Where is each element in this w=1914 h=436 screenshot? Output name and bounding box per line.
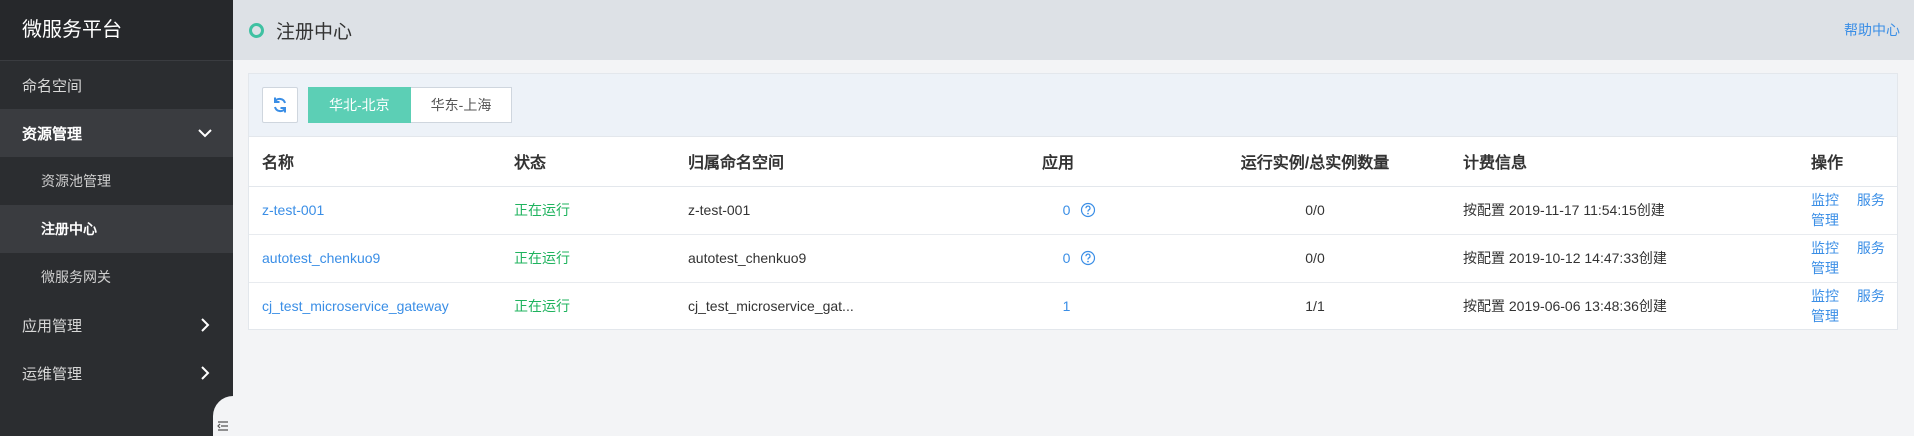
row-app-count-link[interactable]: 1 <box>1063 298 1071 314</box>
monitor-link[interactable]: 监控 <box>1811 192 1839 208</box>
status-badge: 正在运行 <box>514 250 570 266</box>
row-name-link[interactable]: cj_test_microservice_gateway <box>262 298 449 314</box>
monitor-link[interactable]: 监控 <box>1811 288 1839 304</box>
column-header-billing[interactable]: 计费信息 <box>1463 137 1811 187</box>
row-instances: 1/1 <box>1305 298 1325 315</box>
row-namespace: autotest_chenkuo9 <box>688 250 807 266</box>
sidebar-item-ops-management[interactable]: 运维管理 <box>0 349 233 397</box>
page-header: 注册中心 帮助中心 <box>233 0 1914 60</box>
sidebar-item-label: 注册中心 <box>41 221 97 237</box>
sidebar-item-label: 应用管理 <box>22 317 83 335</box>
help-center-link[interactable]: 帮助中心 <box>1844 20 1900 40</box>
row-billing: 按配置 2019-10-12 14:47:33创建 <box>1463 250 1667 266</box>
status-badge: 正在运行 <box>514 202 570 218</box>
sidebar-item-resource-management[interactable]: 资源管理 <box>0 109 233 157</box>
sidebar-item-label: 运维管理 <box>22 365 83 383</box>
sidebar-item-label: 微服务网关 <box>41 269 111 285</box>
row-name-link[interactable]: autotest_chenkuo9 <box>262 250 380 266</box>
table-header-row: 名称 状态 归属命名空间 应用 运行实例/总实例数量 计费信息 操作 <box>249 137 1897 187</box>
region-tab-shanghai[interactable]: 华东-上海 <box>410 87 513 123</box>
row-app-count-link[interactable]: 0 <box>1063 250 1071 266</box>
row-instances: 0/0 <box>1305 202 1325 218</box>
monitor-link[interactable]: 监控 <box>1811 240 1839 256</box>
column-header-apps[interactable]: 应用 <box>992 137 1167 187</box>
table-row: autotest_chenkuo9 正在运行 autotest_chenkuo9… <box>249 234 1897 283</box>
row-name-link[interactable]: z-test-001 <box>262 202 324 218</box>
region-tab-beijing[interactable]: 华北-北京 <box>308 87 411 123</box>
registry-table: 名称 状态 归属命名空间 应用 运行实例/总实例数量 计费信息 操作 z-tes… <box>249 137 1897 330</box>
row-app-count-link[interactable]: 0 <box>1063 202 1071 218</box>
chevron-right-icon <box>195 363 215 383</box>
sidebar-subitem-registry[interactable]: 注册中心 <box>0 205 233 253</box>
row-instances: 0/0 <box>1305 250 1325 266</box>
chevron-down-icon <box>195 123 215 143</box>
column-header-status[interactable]: 状态 <box>514 137 688 187</box>
status-badge: 正在运行 <box>514 298 570 315</box>
row-namespace: z-test-001 <box>688 202 751 218</box>
sidebar-subitem-resource-pool[interactable]: 资源池管理 <box>0 157 233 205</box>
collapse-icon <box>217 421 228 431</box>
row-namespace: cj_test_microservice_gat... <box>688 298 854 315</box>
row-billing: 按配置 2019-06-06 13:48:36创建 <box>1463 298 1667 315</box>
sidebar-item-label: 资源管理 <box>22 125 83 143</box>
column-header-instances[interactable]: 运行实例/总实例数量 <box>1167 137 1463 187</box>
sidebar-item-label: 命名空间 <box>22 77 83 95</box>
page-title: 注册中心 <box>276 21 353 43</box>
row-billing: 按配置 2019-11-17 11:54:15创建 <box>1463 202 1665 218</box>
help-question-icon[interactable] <box>1080 250 1096 266</box>
region-selector: 华北-北京 华东-上海 <box>308 87 513 123</box>
brand-title: 微服务平台 <box>0 0 233 61</box>
sidebar-collapse-button[interactable] <box>213 396 233 436</box>
sidebar-item-namespace[interactable]: 命名空间 <box>0 61 233 109</box>
column-header-namespace[interactable]: 归属命名空间 <box>688 137 992 187</box>
chevron-right-icon <box>195 315 215 335</box>
column-header-operations: 操作 <box>1811 137 1897 187</box>
sidebar: 微服务平台 命名空间 资源管理 资源池管理 注册中心 微服务网关 应用管理 运维… <box>0 0 233 436</box>
refresh-button[interactable] <box>262 87 298 123</box>
sidebar-item-label: 资源池管理 <box>41 173 111 189</box>
registry-panel: 华北-北京 华东-上海 名称 状态 归属命名空间 应用 运行实例/总实例数量 计… <box>248 73 1898 330</box>
sidebar-subitem-gateway[interactable]: 微服务网关 <box>0 253 233 301</box>
title-ring-icon <box>249 22 264 38</box>
refresh-icon <box>274 97 286 113</box>
column-header-name[interactable]: 名称 <box>249 137 514 187</box>
toolbar: 华北-北京 华东-上海 <box>249 74 1897 137</box>
table-row: cj_test_microservice_gateway 正在运行 cj_tes… <box>249 282 1897 330</box>
table-row: z-test-001 正在运行 z-test-001 0 0/0 按配置 201… <box>249 186 1897 235</box>
help-question-icon[interactable] <box>1080 202 1096 218</box>
sidebar-item-app-management[interactable]: 应用管理 <box>0 301 233 349</box>
